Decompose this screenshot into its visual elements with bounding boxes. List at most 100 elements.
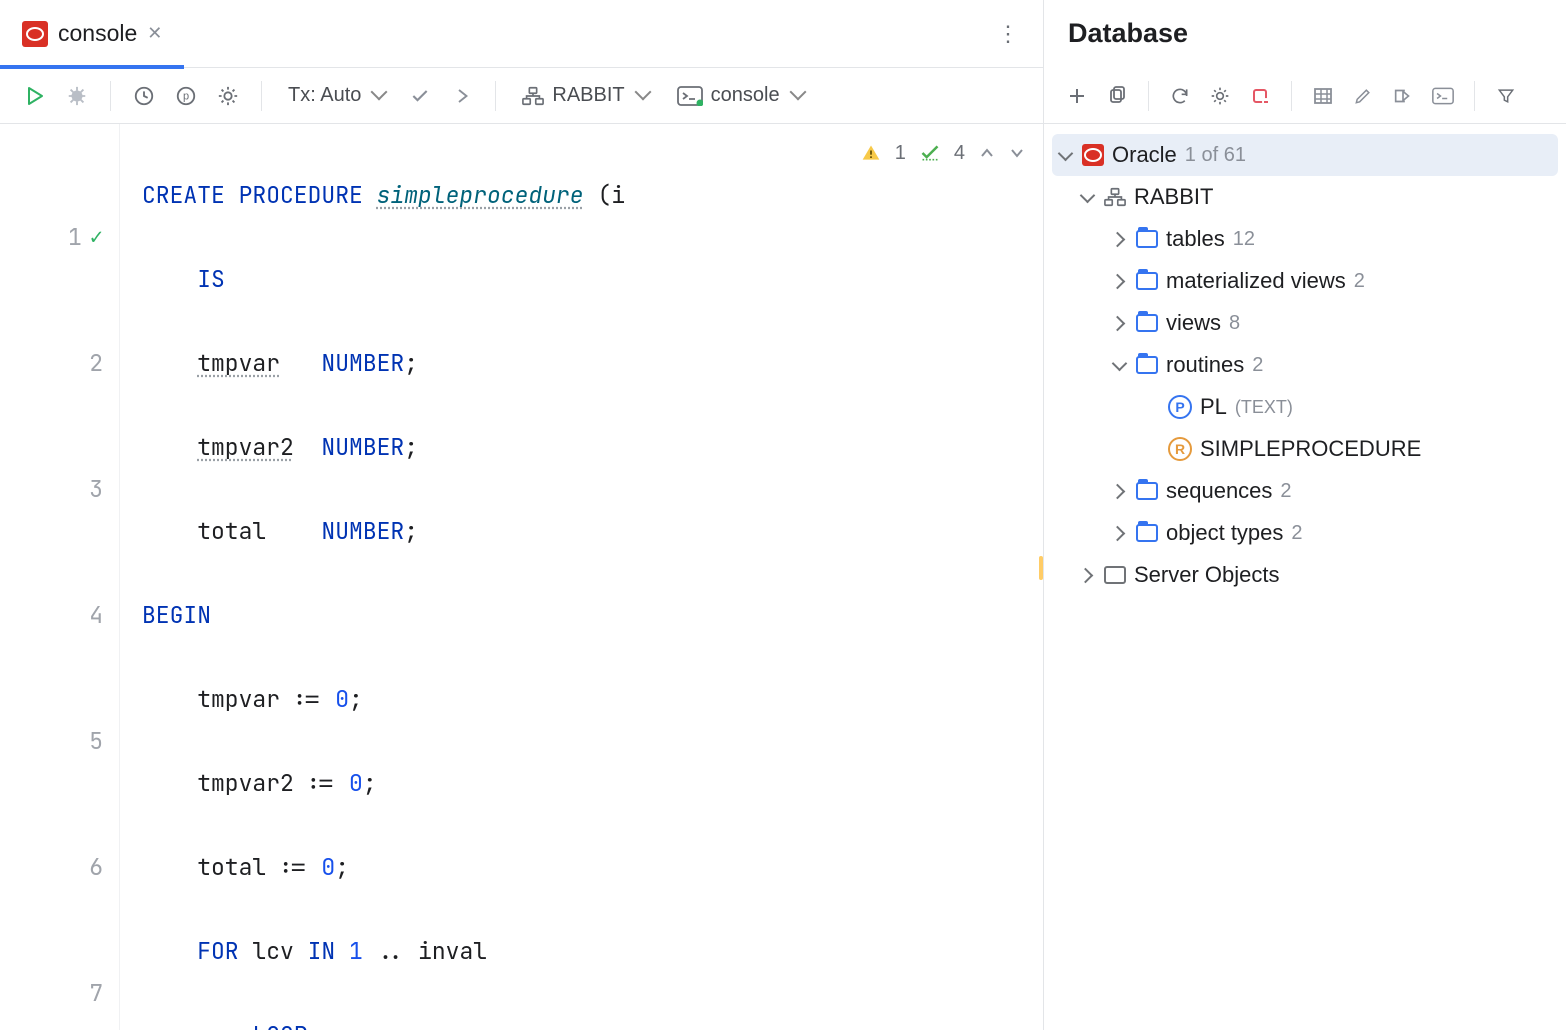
routine-icon: R — [1168, 437, 1192, 461]
tree-count: 12 — [1233, 228, 1255, 251]
tree-node-sequences[interactable]: sequences 2 — [1044, 470, 1566, 512]
tree-node-tables[interactable]: tables 12 — [1044, 218, 1566, 260]
procedure-icon: P — [1168, 395, 1192, 419]
tree-label: Oracle — [1112, 142, 1177, 168]
folder-icon — [1136, 356, 1158, 374]
tree-label: PL — [1200, 394, 1227, 420]
tree-node-views[interactable]: views 8 — [1044, 302, 1566, 344]
folder-icon — [1136, 482, 1158, 500]
chevron-right-icon[interactable] — [1110, 314, 1128, 332]
chevron-right-icon[interactable] — [1110, 524, 1128, 542]
tree-node-routine-simpleprocedure[interactable]: R SIMPLEPROCEDURE — [1044, 428, 1566, 470]
datasource-settings-button[interactable] — [1203, 79, 1237, 113]
tree-label: views — [1166, 310, 1221, 336]
refresh-button[interactable] — [1163, 79, 1197, 113]
inspections-widget[interactable]: 1 4 — [861, 132, 1025, 174]
folder-icon — [1136, 314, 1158, 332]
folder-icon — [1136, 230, 1158, 248]
tree-label: RABBIT — [1134, 184, 1213, 210]
playground-button[interactable]: p — [169, 79, 203, 113]
database-panel-title: Database — [1068, 18, 1188, 49]
chevron-down-icon[interactable] — [1110, 356, 1128, 374]
stop-button[interactable] — [1243, 79, 1277, 113]
svg-text:p: p — [183, 90, 189, 102]
tree-count: 1 of 61 — [1185, 144, 1246, 167]
duplicate-button[interactable] — [1100, 79, 1134, 113]
tab-console[interactable]: console ✕ — [0, 0, 184, 68]
check-icon: ✓ — [90, 216, 103, 258]
editor-gutter: 1✓ 2 3 4 5 6 7 8 9 10 11 12 13 14 15 16 … — [0, 124, 120, 1030]
session-label: console — [711, 84, 780, 107]
query-settings-button[interactable] — [211, 79, 245, 113]
close-tab-icon[interactable]: ✕ — [147, 23, 162, 44]
typo-count: 4 — [954, 132, 965, 174]
add-datasource-button[interactable] — [1060, 79, 1094, 113]
warning-count: 1 — [895, 132, 906, 174]
rollback-button[interactable] — [445, 79, 479, 113]
tree-label: SIMPLEPROCEDURE — [1200, 436, 1421, 462]
session-selector[interactable]: console — [667, 84, 814, 107]
chevron-down-icon — [633, 84, 649, 107]
schema-label: RABBIT — [552, 84, 624, 107]
database-toolbar — [1044, 68, 1566, 124]
open-console-button[interactable] — [1426, 79, 1460, 113]
tree-count: 2 — [1354, 270, 1365, 293]
next-highlight-icon[interactable] — [1009, 145, 1025, 161]
tree-count: 8 — [1229, 312, 1240, 335]
error-stripe-mark[interactable] — [1039, 556, 1043, 580]
tab-overflow-menu-icon[interactable]: ⋮ — [983, 21, 1033, 47]
tree-annotation: (TEXT) — [1235, 397, 1293, 418]
tree-node-oracle[interactable]: Oracle 1 of 61 — [1052, 134, 1558, 176]
tx-mode-label: Tx: Auto — [288, 84, 361, 107]
history-button[interactable] — [127, 79, 161, 113]
tree-label: object types — [1166, 520, 1283, 546]
chevron-right-icon[interactable] — [1110, 230, 1128, 248]
schema-icon — [1104, 187, 1126, 207]
tree-count: 2 — [1291, 522, 1302, 545]
tree-count: 2 — [1280, 480, 1291, 503]
tree-label: Server Objects — [1134, 562, 1280, 588]
chevron-down-icon[interactable] — [1056, 146, 1074, 164]
tree-label: routines — [1166, 352, 1244, 378]
debug-button[interactable] — [60, 79, 94, 113]
tree-label: materialized views — [1166, 268, 1346, 294]
console-icon — [677, 86, 703, 106]
folder-icon — [1136, 524, 1158, 542]
chevron-right-icon[interactable] — [1110, 272, 1128, 290]
database-tree: Oracle 1 of 61 RABBIT tables 12 material… — [1044, 124, 1566, 606]
tree-label: tables — [1166, 226, 1225, 252]
tree-node-schema[interactable]: RABBIT — [1044, 176, 1566, 218]
database-panel-header: Database — [1044, 0, 1566, 68]
edit-button[interactable] — [1346, 79, 1380, 113]
table-view-button[interactable] — [1306, 79, 1340, 113]
typo-icon — [920, 143, 940, 163]
tree-node-routines[interactable]: routines 2 — [1044, 344, 1566, 386]
code-content[interactable]: CREATE PROCEDURE simpleprocedure (i IS t… — [120, 124, 1043, 1030]
code-editor[interactable]: 1✓ 2 3 4 5 6 7 8 9 10 11 12 13 14 15 16 … — [0, 124, 1043, 1030]
server-objects-icon — [1104, 566, 1126, 584]
chevron-right-icon[interactable] — [1110, 482, 1128, 500]
commit-button[interactable] — [403, 79, 437, 113]
oracle-db-icon — [22, 21, 48, 47]
tree-node-server-objects[interactable]: Server Objects — [1044, 554, 1566, 596]
folder-icon — [1136, 272, 1158, 290]
filter-button[interactable] — [1489, 79, 1523, 113]
chevron-down-icon — [788, 84, 804, 107]
tree-label: sequences — [1166, 478, 1272, 504]
run-button[interactable] — [18, 79, 52, 113]
tx-mode-dropdown[interactable]: Tx: Auto — [278, 84, 395, 107]
prev-highlight-icon[interactable] — [979, 145, 995, 161]
schema-icon — [522, 86, 544, 106]
tree-node-object-types[interactable]: object types 2 — [1044, 512, 1566, 554]
tab-title: console — [58, 20, 137, 47]
oracle-db-icon — [1082, 144, 1104, 166]
chevron-down-icon — [369, 84, 385, 107]
editor-tabs: console ✕ ⋮ — [0, 0, 1043, 68]
tree-node-materialized-views[interactable]: materialized views 2 — [1044, 260, 1566, 302]
jump-to-console-button[interactable] — [1386, 79, 1420, 113]
editor-toolbar: p Tx: Auto RABBIT — [0, 68, 1043, 124]
chevron-down-icon[interactable] — [1078, 188, 1096, 206]
schema-selector[interactable]: RABBIT — [512, 84, 658, 107]
chevron-right-icon[interactable] — [1078, 566, 1096, 584]
tree-node-routine-pl[interactable]: P PL (TEXT) — [1044, 386, 1566, 428]
